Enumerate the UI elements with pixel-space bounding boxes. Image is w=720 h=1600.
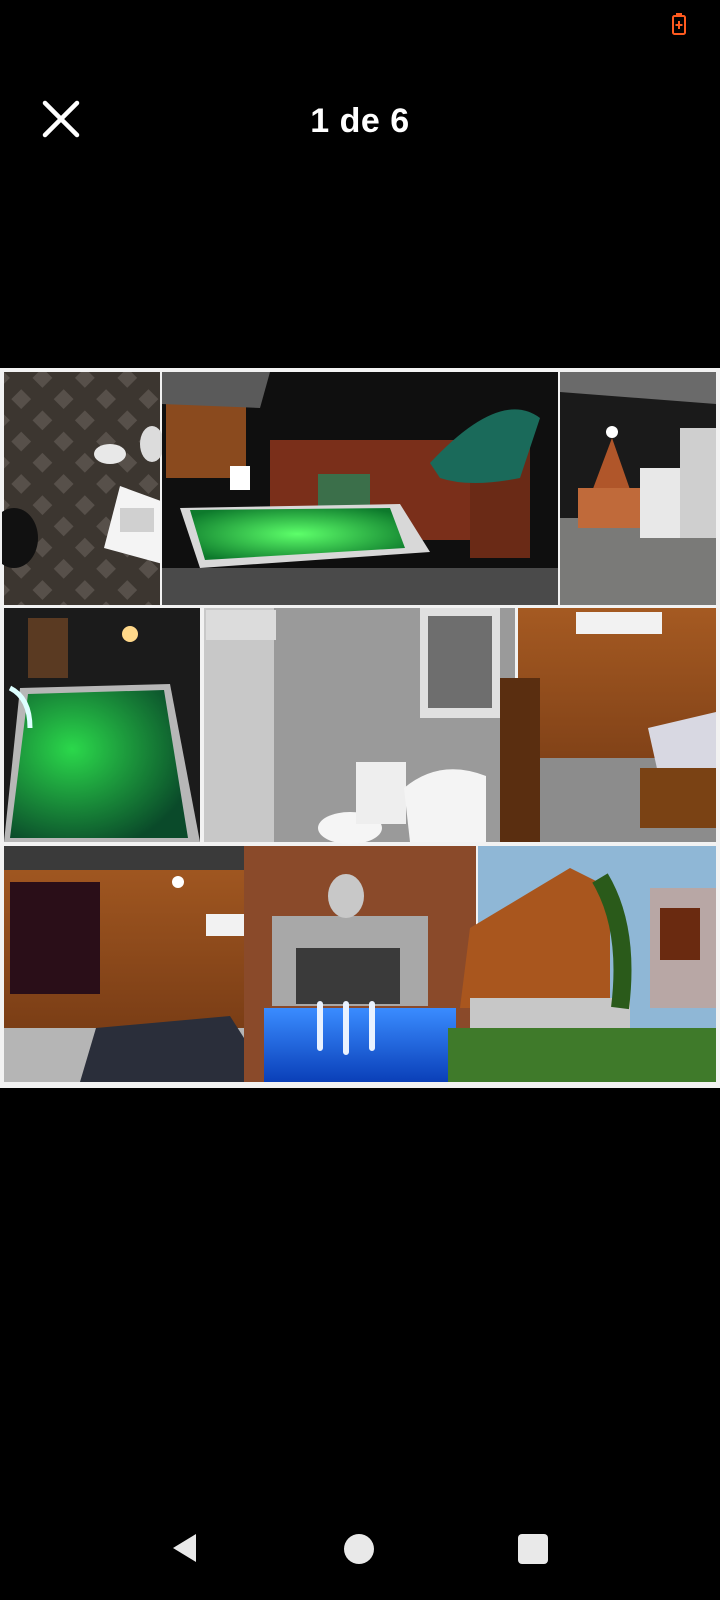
photo-bedroom-curtains xyxy=(4,846,272,1082)
viewer-header: 1 de 6 xyxy=(0,80,720,160)
system-nav-bar xyxy=(0,1510,720,1600)
home-circle-icon[interactable] xyxy=(344,1534,374,1564)
photo-house-exterior xyxy=(448,846,716,1082)
recents-square-icon[interactable] xyxy=(518,1534,548,1564)
page-counter: 1 de 6 xyxy=(310,102,410,140)
battery-charging-icon xyxy=(672,13,686,35)
photo-bathroom-toilet xyxy=(204,608,515,844)
photo-pool-night xyxy=(162,372,558,605)
photo-collage-image[interactable] xyxy=(0,368,720,1088)
back-triangle-icon[interactable] xyxy=(170,1532,200,1564)
photo-barbecue-patio xyxy=(560,372,716,605)
photo-bathroom-top xyxy=(0,372,180,605)
photo-bedroom-wood xyxy=(500,608,716,842)
photo-buddha-fountain xyxy=(244,846,476,1082)
status-bar xyxy=(0,0,720,50)
photo-pool-closeup xyxy=(4,608,200,842)
